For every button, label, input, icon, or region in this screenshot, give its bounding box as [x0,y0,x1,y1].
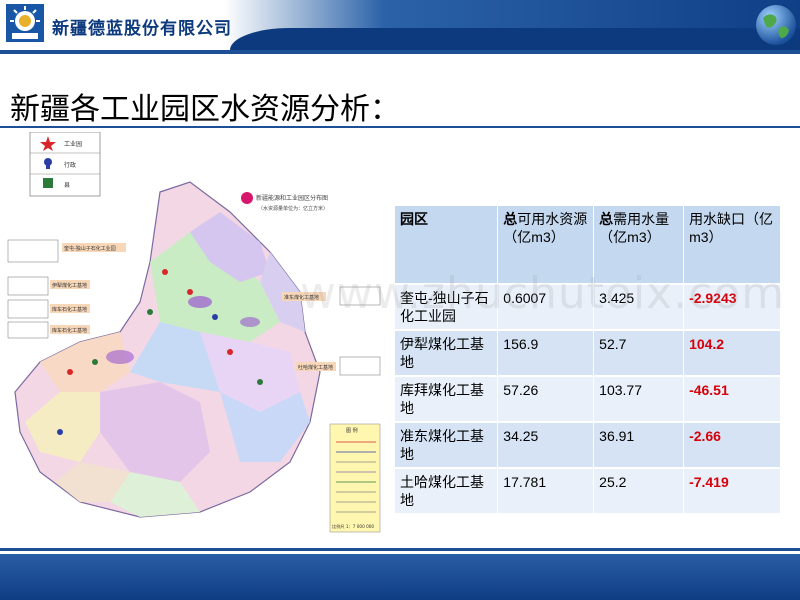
cell-required: 36.91 [593,422,685,468]
watermark: www.zhuchutoix.com [300,268,786,319]
cell-park: 土哈煤化工基地 [395,468,499,513]
map-title: 新疆能源和工业园区分布图 [256,194,328,202]
cell-available: 57.26 [497,376,595,422]
page-title: 新疆各工业园区水资源分析： [10,92,400,127]
cell-gap: -7.419 [683,468,781,513]
cell-required: 52.7 [593,330,685,376]
company-logo-icon [6,4,44,42]
company-name: 新疆德蓝股份有限公司 [52,19,232,39]
header-divider [0,50,800,54]
map-subtitle: （水资源量单位为：亿立方米） [258,205,328,212]
legend-label: 工业园 [64,140,82,148]
legend-label: 县 [64,182,70,189]
table-row: 土哈煤化工基地 17.781 25.2 -7.419 [395,468,781,513]
map-title-marker [241,192,253,204]
table-row: 准东煤化工基地 34.25 36.91 -2.66 [395,422,781,468]
map-scale: 比例尺 1：7 000 000 [332,523,374,530]
cell-available: 156.9 [497,330,595,376]
callout-label: 吐哈煤化工基地 [298,364,333,371]
cell-available: 17.781 [497,468,595,513]
map-legend-top: 工业园 行政 县 [29,132,101,197]
map-legend-box: 图 例 比例尺 1：7 000 000 [329,423,381,533]
table-row: 伊犁煤化工基地 156.9 52.7 104.2 [395,330,781,376]
header-bar: 新疆德蓝股份有限公司 [0,0,800,50]
cell-available: 34.25 [497,422,595,468]
water-resource-table-container: 园区 总可用水资源（亿m3） 总需用水量（亿m3） 用水缺口（亿m3） 奎屯-独… [395,206,781,513]
map-legend-title: 图 例 [346,427,358,434]
cell-gap: -2.66 [683,422,781,468]
header-swoosh [230,28,800,50]
cell-park: 准东煤化工基地 [395,422,499,468]
map-regions [14,181,321,518]
footer-divider [0,548,800,551]
footer-bar [0,554,800,600]
water-resource-table: 园区 总可用水资源（亿m3） 总需用水量（亿m3） 用水缺口（亿m3） 奎屯-独… [395,206,781,513]
globe-icon [756,5,796,45]
callout-label: 奎屯-独山子石化工业园 [64,245,116,252]
cell-gap: 104.2 [683,330,781,376]
cell-gap: -46.51 [683,376,781,422]
cell-park: 库拜煤化工基地 [395,376,499,422]
title-divider [0,126,800,128]
xinjiang-park-map: 工业园 行政 县 新疆能源和工业园区分布图 （水资源量单位为：亿立方米） 奎屯-… [7,132,381,533]
legend-label: 行政 [64,161,76,169]
cell-required: 25.2 [593,468,685,513]
square-icon [43,178,53,188]
callout-label: 伊犁煤化工基地 [52,282,87,289]
callout-label: 库车石化工基地 [52,327,87,334]
cell-required: 103.77 [593,376,685,422]
cell-park: 伊犁煤化工基地 [395,330,499,376]
table-row: 库拜煤化工基地 57.26 103.77 -46.51 [395,376,781,422]
callout-label: 库车石化工基地 [52,306,87,313]
